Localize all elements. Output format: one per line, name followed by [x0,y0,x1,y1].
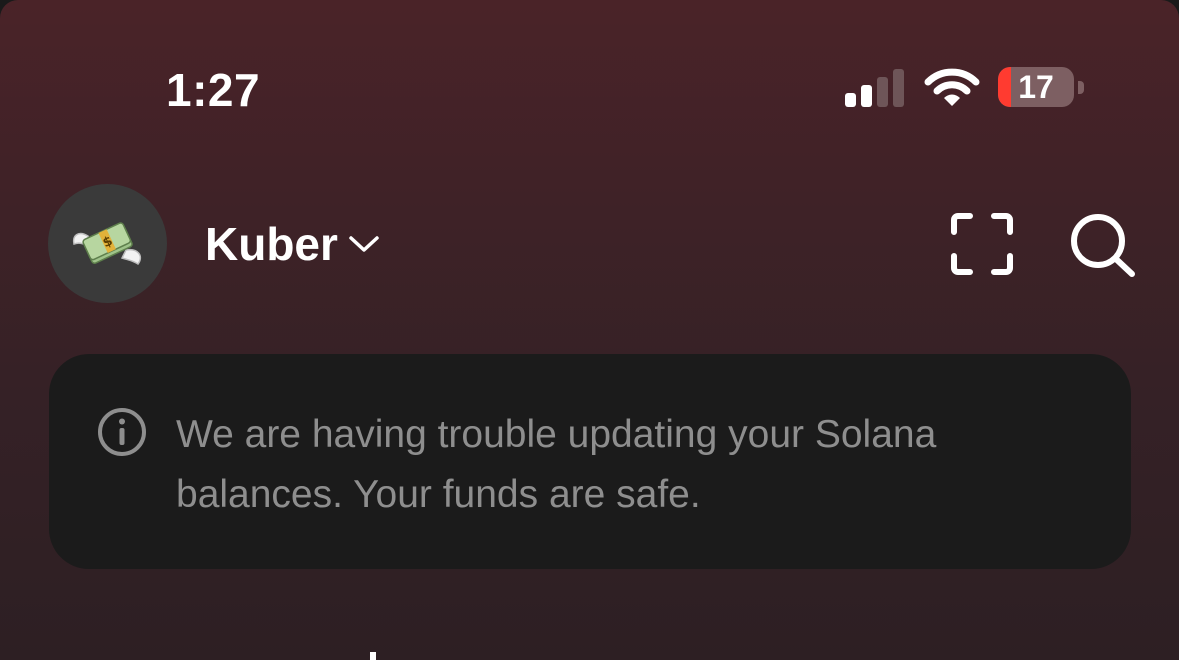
status-time: 1:27 [166,64,261,116]
battery-cap [1078,81,1084,94]
battery-percentage: 17 [1018,69,1054,105]
account-avatar[interactable]: $ [48,184,167,303]
account-switcher[interactable]: Kuber [205,216,380,272]
balance-warning-notice: We are having trouble updating your Sola… [49,354,1131,569]
notice-message: We are having trouble updating your Sola… [176,413,937,516]
money-with-wings-icon: $ [72,222,142,266]
battery-indicator: 17 [998,67,1088,109]
battery-body: 17 [998,67,1074,107]
chevron-down-icon [349,236,379,252]
wallet-screen: 1:27 17 $ Kuber We are having trouble up… [0,0,1179,660]
wifi-icon [924,68,980,106]
cut-off-content [370,652,376,660]
info-icon [98,408,146,456]
scan-icon[interactable] [950,212,1014,276]
account-name: Kuber [205,218,338,270]
cellular-signal-icon [845,69,904,107]
search-icon[interactable] [1068,212,1136,278]
